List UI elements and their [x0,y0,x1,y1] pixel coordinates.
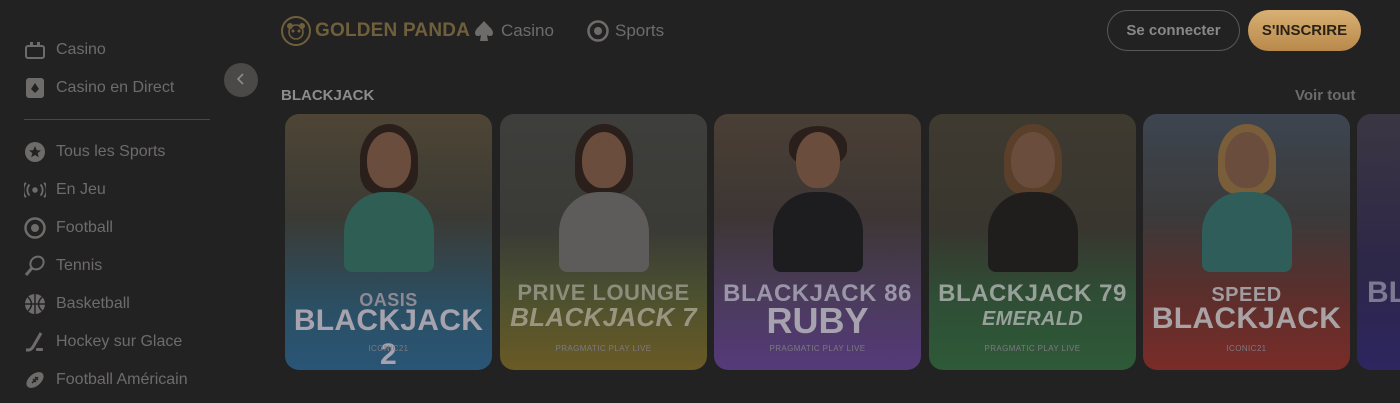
sidebar-item-live-casino[interactable]: Casino en Direct [24,76,174,100]
dealer-image [549,122,659,272]
login-button[interactable]: Se connecter [1107,10,1240,51]
card-title-line2: BLACKJACK 7 [510,302,697,332]
card-provider: PRAGMATIC PLAY LIVE [984,344,1081,353]
card-provider: ICONIC21 [368,344,409,353]
sidebar-item-tennis[interactable]: Tennis [24,254,102,278]
panda-logo-icon [281,16,311,46]
dealer-image [763,122,873,272]
sidebar-item-ice-hockey[interactable]: Hockey sur Glace [24,330,182,354]
soccer-ball-icon [587,20,609,42]
star-icon [24,141,46,163]
basketball-icon [24,293,46,315]
spade-icon [473,20,495,42]
nav-casino[interactable]: Casino [473,17,554,45]
card-provider: ICONIC21 [1226,344,1267,353]
game-card-blackjack-79-emerald[interactable]: BLACKJACK 79 EMERALD PRAGMATIC PLAY LIVE [929,114,1136,370]
sidebar-divider [24,119,210,120]
dealer-image [978,122,1088,272]
logo-text: GOLDEN PANDA [315,20,471,41]
logo[interactable]: GOLDEN PANDA [281,15,470,47]
sidebar-item-label: En Jeu [56,181,106,198]
sidebar-item-basketball[interactable]: Basketball [24,292,130,316]
sidebar-item-label: Football [56,219,113,236]
casino-icon [24,39,46,61]
sidebar-item-label: Tous les Sports [56,143,166,160]
game-card-partial[interactable]: BL [1357,114,1400,370]
card-title-line3: RUBY [766,300,869,341]
american-football-icon [24,369,46,391]
card-title-line2: BLACKJACK [1151,302,1342,335]
sidebar: Casino Casino en Direct Tous les Sports … [0,0,258,403]
section-title: BLACKJACK [281,87,375,104]
view-all-link[interactable]: Voir tout [1295,87,1356,104]
sidebar-item-football[interactable]: Football [24,216,113,240]
card-title-partial: BL [1367,276,1400,309]
sidebar-item-all-sports[interactable]: Tous les Sports [24,140,165,164]
card-provider: PRAGMATIC PLAY LIVE [769,344,866,353]
card-title-line2: BLACKJACK 2 [293,304,484,370]
nav-casino-label: Casino [501,21,554,40]
game-card-oasis-blackjack-2[interactable]: OASIS BLACKJACK 2 ICONIC21 [285,114,492,370]
card-title-line2: EMERALD [982,308,1083,330]
nav-sports-label: Sports [615,21,665,40]
sidebar-item-label: Tennis [56,257,103,274]
soccer-ball-icon [24,217,46,239]
sidebar-item-label: Football Américain [56,371,188,388]
sidebar-item-label: Hockey sur Glace [56,333,183,350]
live-casino-icon [24,77,46,99]
sidebar-item-american-football[interactable]: Football Américain [24,368,188,392]
sidebar-item-label: Casino en Direct [56,79,175,96]
sidebar-collapse-button[interactable] [224,63,258,97]
sidebar-item-in-play[interactable]: En Jeu [24,178,106,202]
hockey-icon [24,331,46,353]
sidebar-item-label: Casino [56,41,106,58]
tennis-icon [24,255,46,277]
page-root: Casino Casino en Direct Tous les Sports … [0,0,1400,403]
broadcast-icon [24,179,46,201]
sidebar-item-label: Basketball [56,295,130,312]
signup-button[interactable]: S'INSCRIRE [1248,10,1361,51]
dealer-image [334,122,444,272]
card-provider: PRAGMATIC PLAY LIVE [555,344,652,353]
chevron-left-icon [236,72,246,88]
game-card-blackjack-86-ruby[interactable]: BLACKJACK 86 RUBY PRAGMATIC PLAY LIVE [714,114,921,370]
dealer-image [1192,122,1302,272]
game-card-speed-blackjack[interactable]: SPEED BLACKJACK ICONIC21 [1143,114,1350,370]
nav-sports[interactable]: Sports [587,17,664,45]
game-card-prive-lounge-blackjack-7[interactable]: PRIVE LOUNGE BLACKJACK 7 PRAGMATIC PLAY … [500,114,707,370]
sidebar-item-casino[interactable]: Casino [24,38,106,62]
